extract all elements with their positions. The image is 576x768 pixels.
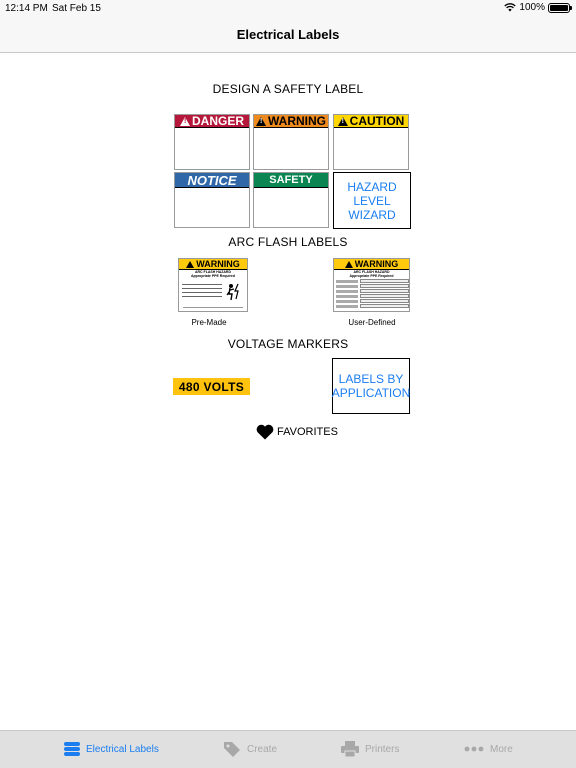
hazard-level-wizard-button[interactable]: HAZARD LEVEL WIZARD (333, 172, 411, 229)
navigation-bar: Electrical Labels (0, 17, 576, 53)
battery-percent: 100% (519, 2, 545, 13)
status-time: 12:14 PM (5, 3, 48, 14)
stack-icon (64, 742, 80, 756)
user-defined-arc-sub2: Appropriate PPE Required (349, 274, 394, 278)
premade-arc-header: WARNING (179, 259, 247, 270)
battery-fill (550, 4, 568, 11)
caution-label-text: CAUTION (349, 114, 405, 128)
tab-printers[interactable]: Printers (341, 741, 399, 757)
tab-bar: Electrical Labels Create Printers More (0, 730, 576, 768)
caution-header: CAUTION (334, 115, 408, 128)
labels-by-application-button[interactable]: LABELS BY APPLICATION (332, 358, 410, 414)
warning-header: WARNING (254, 115, 328, 128)
user-defined-arc-fields (336, 279, 409, 309)
warning-label-tile[interactable]: WARNING (253, 114, 329, 170)
tab-more[interactable]: More (464, 741, 513, 757)
tab-electrical-labels[interactable]: Electrical Labels (64, 741, 159, 757)
wifi-icon (504, 3, 517, 12)
tab-electrical-labels-label: Electrical Labels (86, 743, 159, 755)
design-section-title: DESIGN A SAFETY LABEL (212, 82, 364, 96)
tab-more-label: More (490, 743, 513, 755)
voltage-section-title: VOLTAGE MARKERS (227, 337, 349, 351)
safety-header: SAFETY (254, 173, 328, 188)
tab-create[interactable]: Create (223, 741, 277, 757)
warning-triangle-icon (344, 260, 353, 268)
status-bar: 12:14 PM Sat Feb 15 100% (0, 0, 576, 17)
danger-header: DANGER (175, 115, 249, 128)
user-defined-arc-header: WARNING (334, 259, 409, 270)
more-dots-icon (464, 746, 484, 752)
electric-shock-icon (226, 283, 239, 301)
premade-arc-flash-label[interactable]: WARNING ARC FLASH HAZARD Appropriate PPE… (178, 258, 248, 312)
notice-label-tile[interactable]: NOTICE (174, 172, 250, 228)
status-date: Sat Feb 15 (52, 3, 101, 14)
favorites-button[interactable]: FAVORITES (256, 424, 338, 440)
premade-arc-sub2: Appropriate PPE Required (191, 274, 235, 278)
premade-arc-footer-line (183, 307, 243, 308)
printer-icon (341, 741, 359, 757)
premade-arc-text-lines (182, 284, 222, 300)
warning-label-text: WARNING (268, 114, 326, 128)
battery-icon (548, 2, 572, 13)
safety-label-tile[interactable]: SAFETY (253, 172, 329, 228)
premade-caption: Pre-Made (191, 318, 227, 327)
premade-arc-header-text: WARNING (196, 259, 240, 269)
warning-triangle-icon (256, 116, 266, 126)
notice-header: NOTICE (175, 173, 249, 188)
warning-triangle-icon (179, 116, 190, 126)
tag-icon (224, 742, 240, 757)
user-defined-arc-flash-label[interactable]: WARNING ARC FLASH HAZARD Appropriate PPE… (333, 258, 410, 312)
480-volts-marker[interactable]: 480 VOLTS (173, 378, 250, 395)
arc-section-title: ARC FLASH LABELS (228, 235, 348, 249)
tab-create-label: Create (247, 743, 278, 755)
tab-printers-label: Printers (365, 743, 400, 755)
user-defined-arc-header-text: WARNING (354, 259, 399, 269)
heart-icon (256, 424, 274, 440)
warning-triangle-icon (186, 260, 195, 268)
user-defined-caption: User-Defined (348, 318, 396, 327)
caution-label-tile[interactable]: CAUTION (333, 114, 409, 170)
status-right: 100% (504, 2, 572, 13)
page-title: Electrical Labels (236, 27, 340, 42)
favorites-label: FAVORITES (277, 426, 338, 438)
danger-label-text: DANGER (191, 114, 244, 128)
warning-triangle-icon (337, 116, 348, 126)
danger-label-tile[interactable]: DANGER (174, 114, 250, 170)
